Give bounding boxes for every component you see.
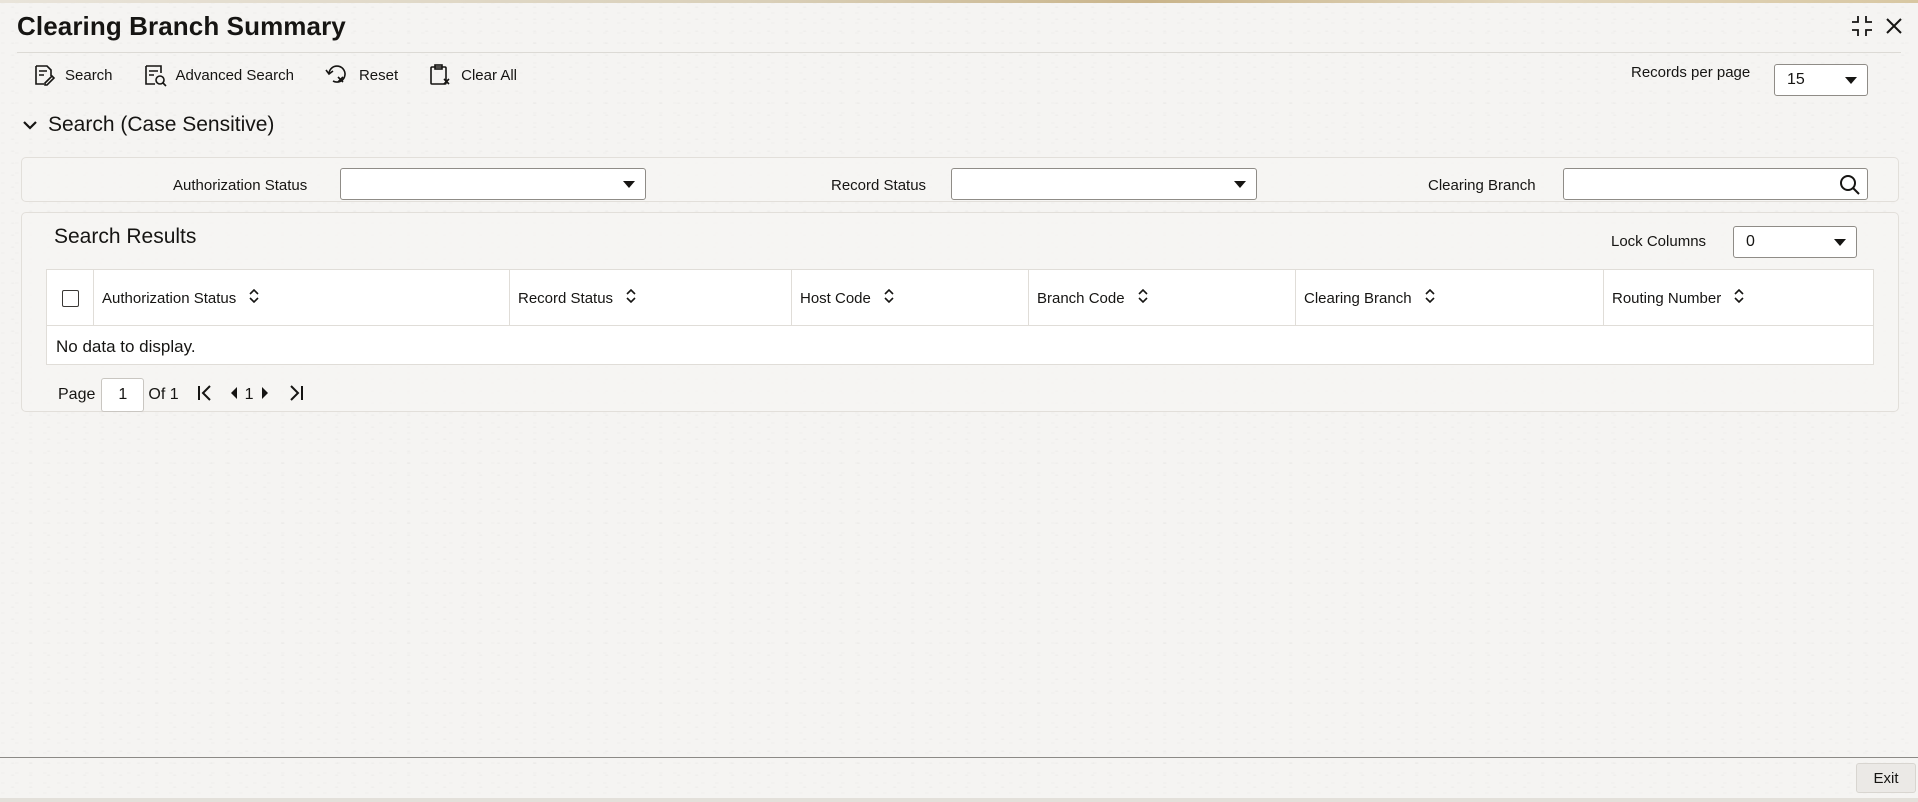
record-status-select[interactable] — [951, 168, 1257, 200]
search-section-title: Search (Case Sensitive) — [48, 113, 275, 136]
chevron-down-icon — [623, 181, 635, 188]
lock-columns-label: Lock Columns — [1611, 233, 1707, 250]
close-icon[interactable] — [1884, 16, 1904, 36]
advanced-search-button[interactable]: Advanced Search — [143, 63, 294, 87]
column-header-routing-number[interactable]: Routing Number — [1604, 270, 1873, 326]
next-page-icon[interactable] — [260, 386, 270, 405]
search-doc-icon — [32, 63, 56, 87]
page-number-input[interactable]: 1 — [101, 378, 145, 412]
chevron-down-icon — [22, 113, 38, 137]
page-number-value: 1 — [118, 386, 128, 403]
reset-button-label: Reset — [358, 66, 399, 84]
column-header-label: Host Code — [800, 289, 871, 307]
record-status-label: Record Status — [831, 177, 927, 194]
title-divider — [17, 52, 1901, 53]
first-page-icon[interactable] — [197, 384, 213, 407]
search-button[interactable]: Search — [32, 63, 113, 87]
column-header-clearing-branch[interactable]: Clearing Branch — [1296, 270, 1604, 326]
page-label: Page — [58, 386, 96, 403]
select-all-checkbox[interactable] — [61, 289, 79, 307]
page-title: Clearing Branch Summary — [17, 11, 346, 41]
toolbar: Search Advanced Search Reset Clear All — [32, 63, 547, 87]
clearing-branch-label: Clearing Branch — [1428, 177, 1536, 194]
column-header-label: Branch Code — [1037, 289, 1125, 307]
sort-icon[interactable] — [1137, 288, 1149, 307]
search-results-title: Search Results — [54, 225, 197, 248]
minimize-icon[interactable] — [1850, 14, 1874, 38]
column-header-record-status[interactable]: Record Status — [510, 270, 792, 326]
page-of-label: Of 1 — [148, 386, 179, 403]
column-header-host-code[interactable]: Host Code — [792, 270, 1029, 326]
reset-icon — [324, 63, 350, 87]
last-page-icon[interactable] — [288, 384, 304, 407]
chevron-down-icon — [1845, 77, 1857, 84]
lock-columns-value: 0 — [1746, 233, 1755, 250]
column-header-authorization-status[interactable]: Authorization Status — [94, 270, 510, 326]
exit-button[interactable]: Exit — [1856, 763, 1916, 793]
table-header: Authorization Status Record Status Host … — [47, 270, 1873, 326]
bottom-strip — [0, 798, 1918, 802]
sort-icon[interactable] — [248, 288, 260, 307]
sort-icon[interactable] — [1733, 288, 1745, 307]
records-per-page-label: Records per page — [1631, 64, 1751, 81]
column-header-label: Clearing Branch — [1304, 289, 1412, 307]
search-section-toggle[interactable]: Search (Case Sensitive) — [22, 113, 274, 137]
records-per-page-value: 15 — [1787, 71, 1805, 88]
column-header-label: Record Status — [518, 289, 614, 307]
lock-columns-select[interactable]: 0 — [1733, 226, 1857, 258]
pagination: Page 1 Of 1 1 — [58, 378, 304, 412]
column-header-branch-code[interactable]: Branch Code — [1029, 270, 1296, 326]
reset-button[interactable]: Reset — [324, 63, 398, 87]
window-controls — [1850, 14, 1904, 38]
select-all-cell — [47, 270, 94, 326]
clear-all-button-label: Clear All — [461, 66, 517, 84]
advanced-search-button-label: Advanced Search — [175, 66, 294, 84]
footer-divider — [0, 757, 1918, 758]
clear-all-button[interactable]: Clear All — [428, 63, 517, 87]
column-header-label: Authorization Status — [102, 289, 237, 307]
sort-icon[interactable] — [883, 288, 895, 307]
chevron-down-icon — [1234, 181, 1246, 188]
authorization-status-select[interactable] — [340, 168, 646, 200]
records-per-page-select[interactable]: 15 — [1774, 64, 1868, 96]
sort-icon[interactable] — [625, 288, 637, 307]
page-number-text: 1 — [244, 386, 254, 403]
advanced-search-icon — [143, 63, 167, 87]
clearing-branch-input[interactable] — [1563, 168, 1868, 200]
results-table: Authorization Status Record Status Host … — [46, 269, 1874, 365]
sort-icon[interactable] — [1424, 288, 1436, 307]
clipboard-clear-icon — [428, 63, 452, 87]
empty-table-message: No data to display. — [56, 337, 196, 356]
previous-page-icon[interactable] — [229, 386, 239, 405]
search-button-label: Search — [65, 66, 113, 84]
chevron-down-icon — [1834, 239, 1846, 246]
column-header-label: Routing Number — [1612, 289, 1722, 307]
top-decoration-strip — [0, 0, 1918, 3]
search-icon[interactable] — [1839, 174, 1861, 201]
authorization-status-label: Authorization Status — [173, 177, 308, 194]
